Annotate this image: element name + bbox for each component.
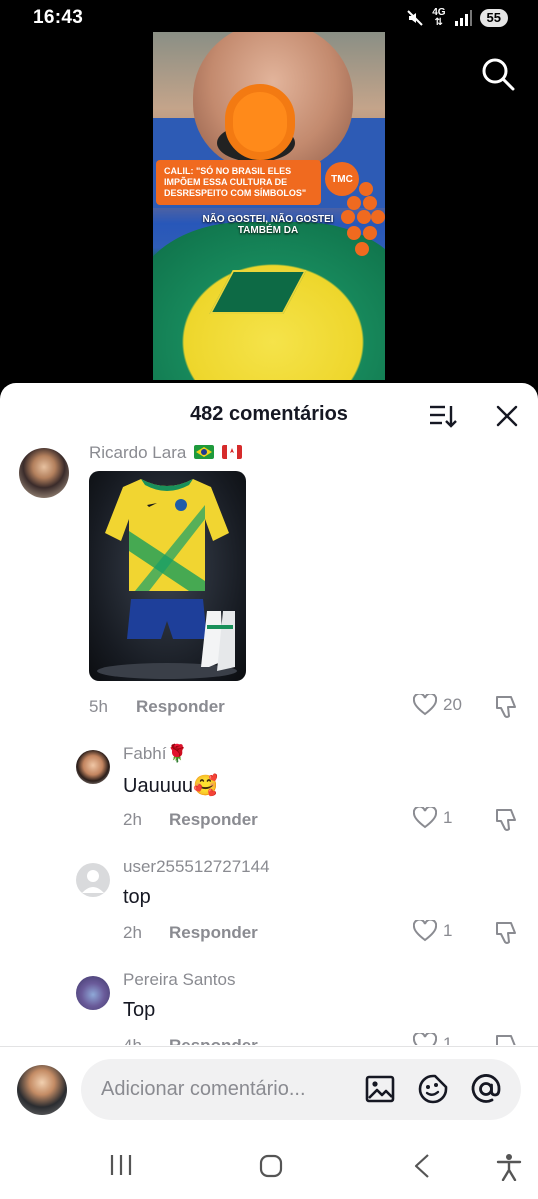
comment-item: Pereira Santos Top 4h Responder 1: [0, 966, 538, 1045]
image-icon[interactable]: [364, 1073, 396, 1105]
like-count: 1: [443, 808, 453, 827]
dislike-icon[interactable]: [493, 694, 519, 720]
mute-icon: [407, 10, 423, 26]
back-icon[interactable]: [412, 1153, 432, 1179]
comment-username[interactable]: Fabhí🌹: [123, 744, 188, 764]
comment-username[interactable]: Pereira Santos: [123, 970, 235, 990]
jersey-kit-image: [97, 479, 237, 679]
reply-button[interactable]: Responder: [169, 923, 258, 943]
like-count: 1: [443, 921, 453, 940]
comment-time: 2h: [123, 923, 142, 942]
comments-count-title: 482 comentários: [190, 403, 348, 425]
heart-icon: [413, 1033, 437, 1045]
video-caption: CALIL: "SÓ NO BRASIL ELES IMPÕEM ESSA CU…: [156, 160, 321, 205]
heart-icon: [413, 694, 437, 716]
comments-sheet: 482 comentários Ricardo Lara 5h Responde…: [0, 383, 538, 1199]
screen: 16:43 4G ⇅ 55 CALIL: "SÓ NO BRASIL ELES …: [0, 0, 538, 1199]
heart-icon: [413, 807, 437, 829]
reply-button[interactable]: Responder: [136, 697, 225, 717]
avatar[interactable]: [76, 863, 110, 897]
heart-icon: [413, 920, 437, 942]
input-divider: [0, 1046, 538, 1047]
comment-input-placeholder: Adicionar comentário...: [101, 1078, 306, 1100]
avatar[interactable]: [76, 976, 110, 1010]
video-player[interactable]: CALIL: "SÓ NO BRASIL ELES IMPÕEM ESSA CU…: [153, 32, 385, 380]
search-icon[interactable]: [481, 57, 515, 91]
dislike-icon[interactable]: [493, 1033, 519, 1045]
comment-username[interactable]: user255512727144: [123, 857, 270, 877]
recent-apps-icon[interactable]: [109, 1153, 133, 1177]
comments-list[interactable]: Ricardo Lara 5h Responder 20 Fabhí🌹 Uauu…: [0, 435, 538, 1045]
comment-text: top: [123, 886, 151, 908]
microphone: [225, 84, 295, 160]
comment-time: 2h: [123, 810, 142, 829]
mention-icon[interactable]: [470, 1073, 502, 1105]
my-avatar: [17, 1065, 67, 1115]
username-text: Ricardo Lara: [89, 443, 187, 462]
like-button[interactable]: 20: [413, 694, 462, 716]
network-indicator: 4G ⇅: [432, 8, 445, 28]
comment-item: user255512727144 top 2h Responder 1: [0, 853, 538, 963]
avatar[interactable]: [19, 448, 69, 498]
home-icon[interactable]: [258, 1153, 284, 1179]
avatar[interactable]: [76, 750, 110, 784]
dislike-icon[interactable]: [493, 807, 519, 833]
comment-time: 4h: [123, 1036, 142, 1045]
like-count: 20: [443, 695, 462, 714]
like-count: 1: [443, 1034, 453, 1045]
emoji-sticker-icon[interactable]: [417, 1073, 449, 1105]
accessibility-icon[interactable]: [496, 1153, 522, 1181]
dislike-icon[interactable]: [493, 920, 519, 946]
reply-button[interactable]: Responder: [169, 810, 258, 830]
status-bar: 16:43 4G ⇅ 55: [0, 0, 538, 36]
like-button[interactable]: 1: [413, 807, 452, 829]
sort-icon[interactable]: [429, 404, 457, 428]
comment-item: Ricardo Lara 5h Responder 20: [0, 435, 538, 725]
signal-icon: [454, 10, 472, 26]
comment-time: 5h: [89, 697, 108, 716]
comment-text: Top: [123, 999, 156, 1021]
brazil-flag-icon: [194, 445, 215, 459]
video-subtitle: NÃO GOSTEI, NÃO GOSTEI TAMBÉM DA: [202, 214, 334, 236]
like-button[interactable]: 1: [413, 1033, 452, 1045]
system-nav-bar: [0, 1131, 538, 1199]
comment-photo[interactable]: [89, 471, 246, 681]
battery-indicator: 55: [479, 9, 508, 27]
close-icon[interactable]: [496, 405, 518, 427]
comment-input[interactable]: Adicionar comentário...: [81, 1059, 521, 1120]
status-right: 4G ⇅ 55: [406, 8, 508, 28]
comment-text: Uauuuu🥰: [123, 775, 218, 797]
default-user-icon: [82, 870, 104, 893]
comment-username[interactable]: Ricardo Lara: [89, 443, 242, 463]
reply-button[interactable]: Responder: [169, 1036, 258, 1045]
comment-item: Fabhí🌹 Uauuuu🥰 2h Responder 1: [0, 740, 538, 850]
like-button[interactable]: 1: [413, 920, 452, 942]
canada-flag-icon: [221, 445, 242, 459]
data-arrows-icon: ⇅: [434, 17, 444, 28]
status-time: 16:43: [33, 7, 84, 28]
